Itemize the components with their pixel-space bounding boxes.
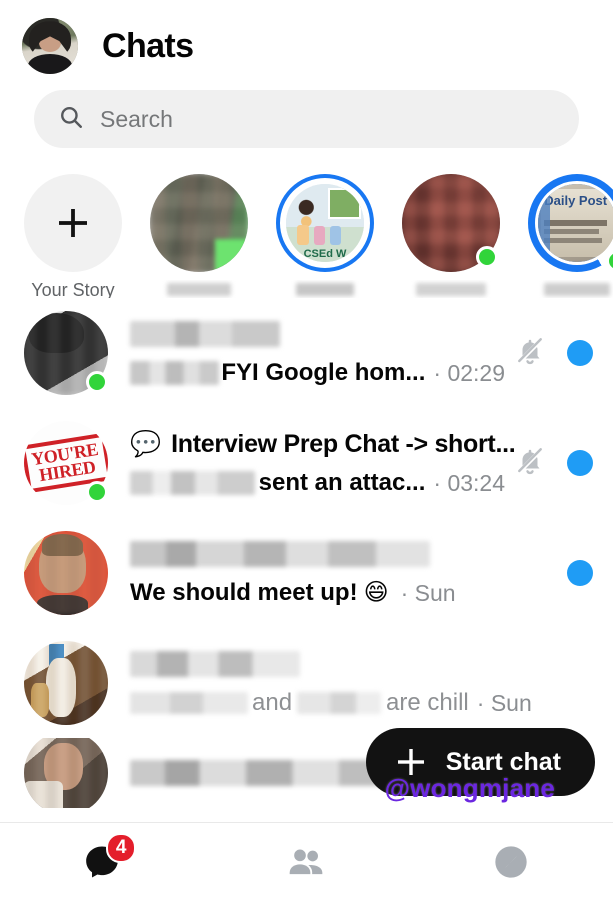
redacted-name (130, 541, 430, 567)
chat-row[interactable]: and are chill · Sun (0, 628, 613, 738)
story-item[interactable] (402, 174, 500, 298)
stories-tray[interactable]: Your Story CSEd W Daily Post (0, 158, 613, 298)
story-caption: Daily Post (544, 193, 608, 209)
page-title: Chats (102, 26, 194, 65)
story-label: Your Story (31, 280, 115, 298)
redacted-name (130, 321, 280, 347)
chat-row[interactable]: YOU'RE HIRED 💬 Interview Prep Chat -> sho… (0, 408, 613, 518)
chat-time: · 02:29 (433, 359, 505, 386)
chat-row-indicators (505, 446, 593, 481)
search-icon (58, 104, 84, 135)
mute-bell-icon (515, 446, 545, 481)
chat-snippet-line: We should meet up! 😄 · Sun (130, 577, 557, 609)
story-item[interactable]: CSEd W (276, 174, 374, 298)
chat-avatar[interactable] (24, 738, 108, 808)
chat-avatar[interactable] (24, 641, 108, 725)
mute-bell-icon (515, 336, 545, 371)
chat-snippet: sent an attac... (258, 469, 426, 496)
app-header: Chats (0, 0, 613, 84)
chat-time: · Sun (400, 579, 456, 606)
story-ring-partial: Daily Post (528, 174, 613, 272)
plus-icon (59, 209, 87, 237)
chat-title: Interview Prep Chat -> short... (171, 429, 516, 458)
grinning-face-emoji: 😄 (363, 579, 389, 606)
chat-avatar[interactable] (24, 311, 108, 395)
chat-row-indicators (557, 560, 593, 586)
chat-time: · Sun (476, 689, 532, 716)
story-ring (402, 174, 500, 272)
story-label (276, 280, 374, 298)
avatar-body (27, 53, 73, 74)
story-ring (150, 174, 248, 272)
story-thumbnail: CSEd W (286, 184, 364, 262)
story-item[interactable]: Daily Post (528, 174, 613, 298)
story-add-your-story[interactable]: Your Story (24, 174, 122, 298)
story-label (528, 280, 613, 298)
redacted-snippet-middle (297, 692, 382, 714)
chat-content: FYI Google hom... · 02:29 (130, 317, 505, 389)
search-section (0, 84, 613, 158)
chat-row[interactable]: FYI Google hom... · 02:29 (0, 298, 613, 408)
unread-indicator (567, 450, 593, 476)
search-input[interactable] (100, 105, 555, 133)
chat-title-line (130, 647, 583, 681)
chat-snippet: and (252, 689, 293, 716)
redacted-snippet-prefix (130, 692, 248, 714)
chat-snippet-suffix: are chill (386, 689, 469, 716)
chat-row-indicators (505, 336, 593, 371)
online-status-dot (86, 371, 108, 393)
story-thumbnail: Daily Post (538, 184, 613, 262)
chats-unread-badge: 4 (106, 833, 137, 863)
nav-item-discover[interactable] (409, 823, 613, 900)
speech-balloon-emoji: 💬 (130, 429, 162, 458)
watermark: @wongmjane (384, 773, 555, 803)
chat-snippet-line: and are chill · Sun (130, 687, 583, 719)
chat-content: 💬 Interview Prep Chat -> short... sent a… (130, 427, 516, 499)
online-status-dot (86, 481, 108, 503)
chat-row[interactable]: We should meet up! 😄 · Sun (0, 518, 613, 628)
chat-avatar[interactable]: YOU'RE HIRED (24, 421, 108, 505)
add-story-circle[interactable] (24, 174, 122, 272)
redacted-snippet-prefix (130, 361, 220, 385)
search-bar[interactable] (34, 90, 579, 148)
chat-snippet: FYI Google hom... (221, 359, 426, 386)
online-status-dot (476, 246, 498, 268)
redacted-snippet-prefix (130, 471, 255, 495)
chat-snippet-line: sent an attac... · 03:24 (130, 467, 505, 499)
chat-title-line: 💬 Interview Prep Chat -> short... (130, 427, 516, 461)
chat-time: · 03:24 (433, 469, 505, 496)
nav-item-people[interactable] (204, 823, 408, 900)
chat-content: and are chill · Sun (130, 647, 583, 719)
unread-indicator (567, 560, 593, 586)
people-icon (290, 849, 323, 874)
redacted-name (130, 651, 300, 677)
chat-snippet: We should meet up! (130, 579, 358, 606)
story-thumbnail (150, 174, 248, 272)
story-caption: CSEd W (303, 248, 347, 260)
bottom-navigation: 4 (0, 822, 613, 900)
chat-title-line (130, 537, 557, 571)
story-label (150, 280, 248, 298)
chat-content: We should meet up! 😄 · Sun (130, 537, 557, 609)
story-label (402, 280, 500, 298)
profile-avatar[interactable] (22, 18, 78, 74)
compass-icon (495, 845, 527, 878)
nav-item-chats[interactable]: 4 (0, 823, 204, 900)
story-ring-unseen: CSEd W (276, 174, 374, 272)
chat-avatar[interactable] (24, 531, 108, 615)
story-item[interactable] (150, 174, 248, 298)
unread-indicator (567, 340, 593, 366)
chat-snippet-line: FYI Google hom... · 02:29 (130, 357, 505, 389)
chat-title-line (130, 317, 505, 351)
